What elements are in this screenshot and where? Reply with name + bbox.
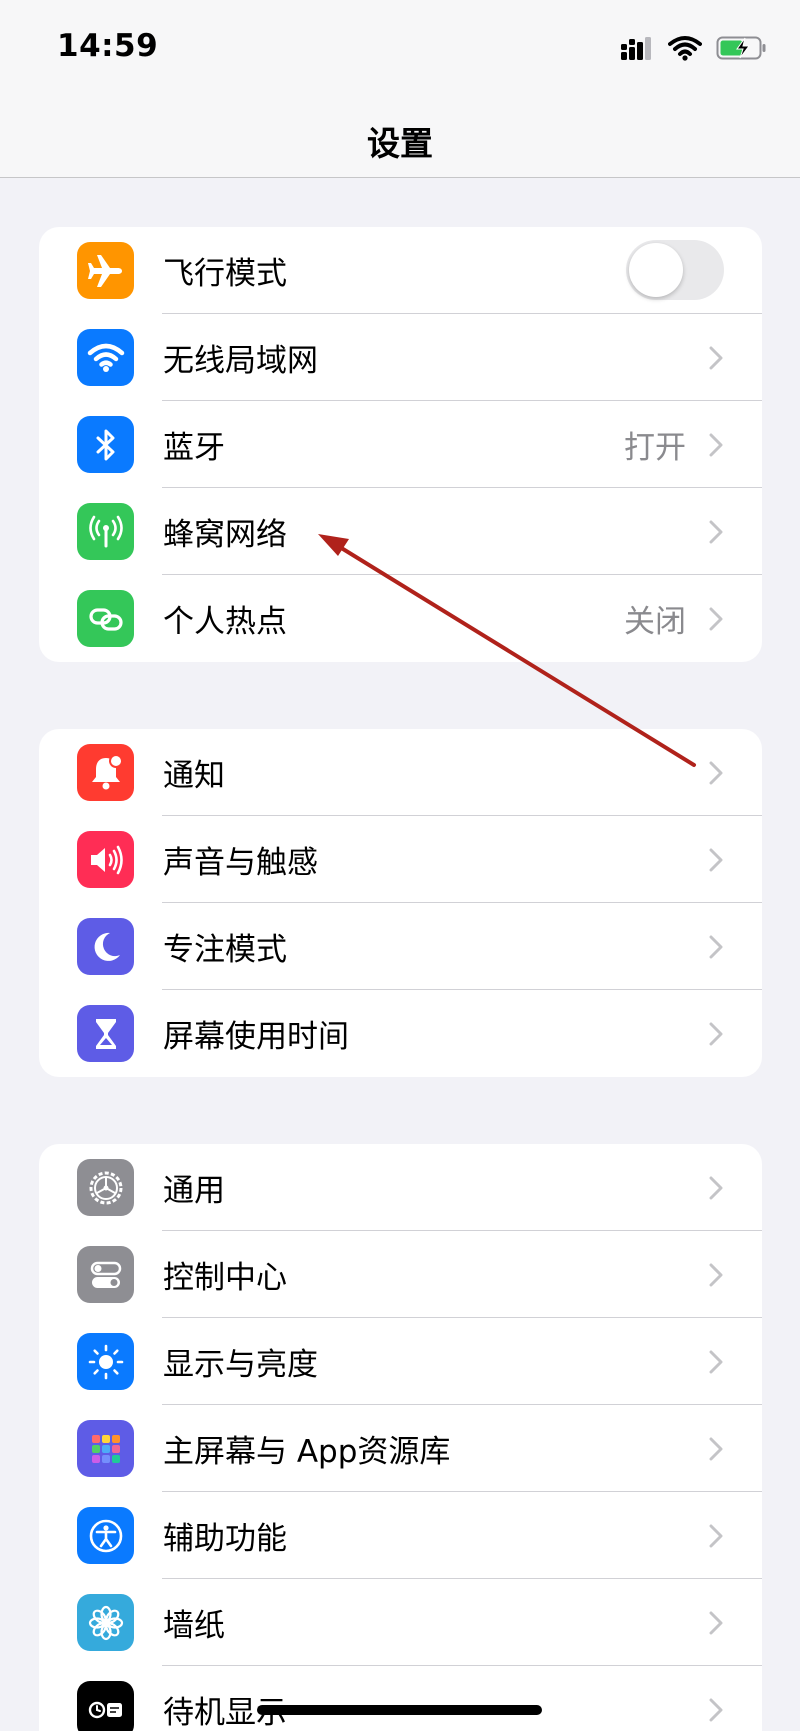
- chevron-right-icon: [709, 1022, 723, 1046]
- chevron-right-icon: [709, 1176, 723, 1200]
- row-control-center[interactable]: 控制中心: [39, 1231, 762, 1318]
- status-icons: [620, 32, 768, 64]
- chevron-right-icon: [709, 761, 723, 785]
- row-label: 控制中心: [163, 1260, 287, 1296]
- wifi-icon: [77, 329, 134, 386]
- row-airplane-mode: 飞行模式: [39, 227, 762, 314]
- row-sounds-haptics[interactable]: 声音与触感: [39, 816, 762, 903]
- chevron-right-icon: [709, 346, 723, 370]
- page-title: 设置: [367, 124, 433, 163]
- chevron-right-icon: [709, 607, 723, 631]
- chevron-right-icon: [709, 433, 723, 457]
- row-standby[interactable]: 待机显示: [39, 1666, 762, 1731]
- bluetooth-status-value: 打开: [624, 430, 686, 466]
- row-display-brightness[interactable]: 显示与亮度: [39, 1318, 762, 1405]
- notification-bell-icon: [77, 744, 134, 801]
- airplane-icon: [77, 242, 134, 299]
- row-label: 辅助功能: [163, 1521, 287, 1557]
- chevron-right-icon: [709, 1698, 723, 1722]
- home-indicator: [257, 1705, 542, 1715]
- row-screen-time[interactable]: 屏幕使用时间: [39, 990, 762, 1077]
- chevron-right-icon: [709, 1263, 723, 1287]
- cellular-antenna-icon: [77, 503, 134, 560]
- row-label: 专注模式: [163, 932, 287, 968]
- airplane-mode-toggle[interactable]: [626, 240, 724, 300]
- row-label: 飞行模式: [163, 256, 287, 292]
- hotspot-link-icon: [77, 590, 134, 647]
- chevron-right-icon: [709, 935, 723, 959]
- row-label: 显示与亮度: [163, 1347, 318, 1383]
- row-bluetooth[interactable]: 蓝牙 打开: [39, 401, 762, 488]
- row-label: 屏幕使用时间: [163, 1019, 349, 1055]
- row-home-screen-app-library[interactable]: 主屏幕与 App资源库: [39, 1405, 762, 1492]
- status-time: 14:59: [57, 28, 159, 64]
- accessibility-icon: [77, 1507, 134, 1564]
- row-label: 声音与触感: [163, 845, 318, 881]
- hotspot-status-value: 关闭: [624, 604, 686, 640]
- notifications-group: 通知 声音与触感 专注模式 屏幕使用时间: [39, 729, 762, 1077]
- wifi-status-icon: [668, 36, 702, 61]
- connectivity-group: 飞行模式 无线局域网 蓝牙 打开 蜂窝网络 个人热点 关闭: [39, 227, 762, 662]
- row-wifi[interactable]: 无线局域网: [39, 314, 762, 401]
- standby-icon: [77, 1681, 134, 1731]
- bluetooth-icon: [77, 416, 134, 473]
- row-label: 通用: [163, 1173, 225, 1209]
- row-label: 蜂窝网络: [163, 517, 287, 553]
- toggle-knob: [629, 243, 683, 297]
- chevron-right-icon: [709, 1350, 723, 1374]
- toggles-icon: [77, 1246, 134, 1303]
- speaker-icon: [77, 831, 134, 888]
- chevron-right-icon: [709, 1524, 723, 1548]
- cellular-signal-icon: [621, 37, 651, 60]
- flower-icon: [77, 1594, 134, 1651]
- row-label: 主屏幕与 App资源库: [163, 1434, 451, 1470]
- battery-charging-icon: [716, 36, 766, 60]
- hourglass-icon: [77, 1005, 134, 1062]
- gear-icon: [77, 1159, 134, 1216]
- row-focus[interactable]: 专注模式: [39, 903, 762, 990]
- row-notifications[interactable]: 通知: [39, 729, 762, 816]
- navigation-bar: 14:59 设置: [0, 0, 800, 178]
- row-label: 通知: [163, 758, 225, 794]
- row-label: 蓝牙: [163, 430, 225, 466]
- row-general[interactable]: 通用: [39, 1144, 762, 1231]
- row-personal-hotspot[interactable]: 个人热点 关闭: [39, 575, 762, 662]
- row-accessibility[interactable]: 辅助功能: [39, 1492, 762, 1579]
- row-label: 个人热点: [163, 604, 287, 640]
- row-label: 无线局域网: [163, 343, 318, 379]
- moon-icon: [77, 918, 134, 975]
- row-label: 墙纸: [163, 1608, 225, 1644]
- chevron-right-icon: [709, 1437, 723, 1461]
- chevron-right-icon: [709, 520, 723, 544]
- general-group: 通用 控制中心 显示与亮度 主屏幕与 App资源库 辅助功能 墙纸 待机显示: [39, 1144, 762, 1731]
- row-cellular[interactable]: 蜂窝网络: [39, 488, 762, 575]
- chevron-right-icon: [709, 848, 723, 872]
- app-grid-icon: [77, 1420, 134, 1477]
- sun-icon: [77, 1333, 134, 1390]
- row-wallpaper[interactable]: 墙纸: [39, 1579, 762, 1666]
- chevron-right-icon: [709, 1611, 723, 1635]
